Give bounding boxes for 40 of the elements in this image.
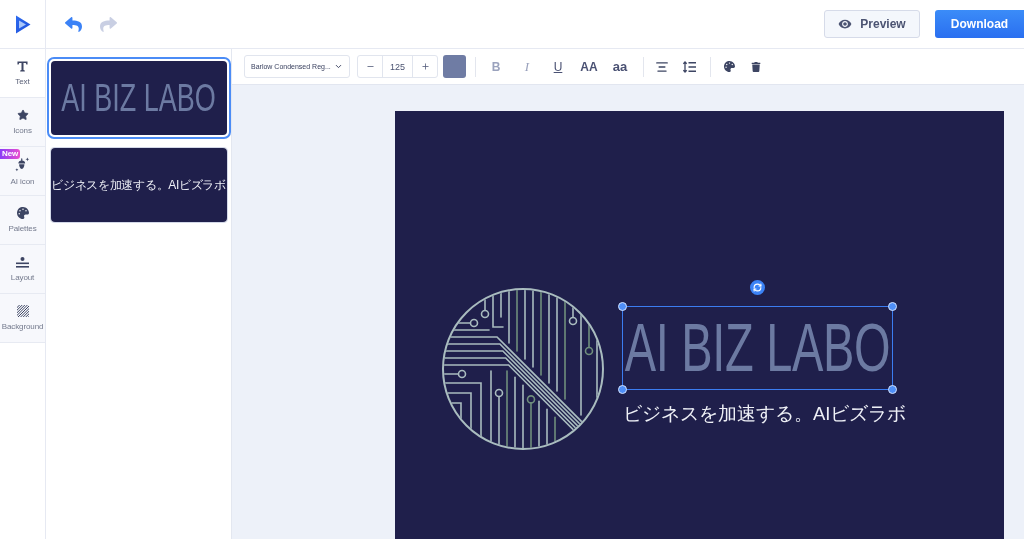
hatch-icon [16,305,29,317]
uppercase-button[interactable]: AA [575,54,603,79]
sidebar-tab[interactable]: Background [0,294,45,343]
rotate-handle[interactable] [750,279,765,295]
chevron-down-icon [334,62,343,71]
preview-button[interactable]: Preview [824,10,920,38]
layout-icon [16,256,29,268]
acorn-sparkle-icon [15,156,30,172]
undo-button[interactable] [65,15,82,33]
page-thumbnail[interactable]: AI BIZ LABO [46,57,231,139]
font-size-field[interactable]: 125 [382,56,413,77]
undo-icon [65,15,82,33]
star-icon [16,109,29,121]
underline-button[interactable]: U [544,54,572,79]
resize-handle[interactable] [618,301,627,311]
download-button[interactable]: Download [935,10,1024,38]
sidebar-tab[interactable]: Palettes [0,196,45,245]
page-thumbnail[interactable]: ビジネスを加速する。AIビズラボ [49,147,228,223]
tagline-text: ビジネスを加速する。AIビズラボ [623,402,907,425]
line-spacing-icon [682,60,696,73]
color-swatch[interactable] [443,55,466,78]
sidebar-tab[interactable]: New AI icon [0,147,45,196]
palette-icon [16,207,29,219]
lowercase-button[interactable]: aa [606,54,634,79]
text-icon [17,60,28,72]
resize-handle[interactable] [888,384,897,394]
palette-icon [723,61,735,72]
trash-icon [751,61,761,72]
resize-handle[interactable] [888,301,897,311]
plus-icon [420,62,430,71]
align-center-icon [655,59,669,74]
play-logo-icon [14,14,31,34]
sidebar-tab[interactable]: Icons [0,98,45,147]
title-text: AI BIZ LABO [624,313,891,382]
resize-handle[interactable] [618,384,627,394]
new-badge: New [0,149,21,159]
sidebar-tab[interactable]: Layout [0,245,45,294]
eye-icon [838,17,853,31]
rotate-icon [753,282,762,292]
redo-icon [100,15,117,33]
